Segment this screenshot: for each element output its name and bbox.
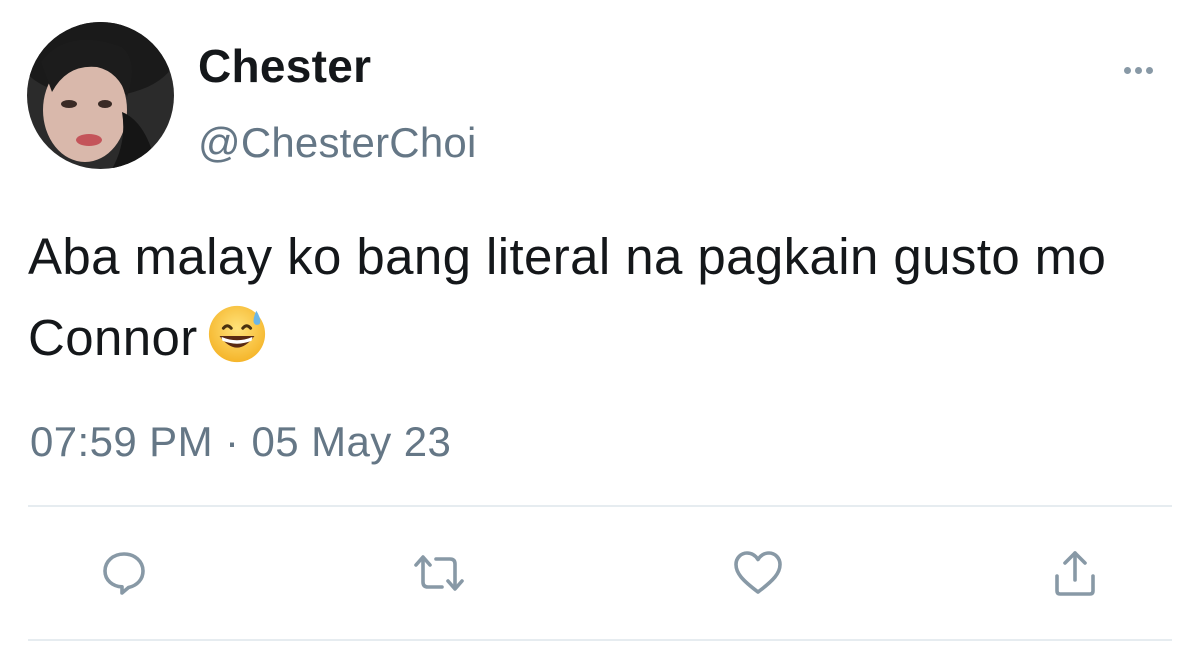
user-handle[interactable]: @ChesterChoi [198,117,476,169]
retweet-button[interactable] [411,545,467,601]
share-upload-icon [1055,551,1095,596]
retweet-arrows-icon [414,555,464,591]
tweet-timestamp[interactable]: 07:59 PM · 05 May 23 [30,416,451,468]
reply-button[interactable] [96,545,152,601]
avatar-photo [27,22,174,169]
like-button[interactable] [730,545,786,601]
avatar[interactable] [27,22,174,169]
tweet-text: Aba malay ko bang literal na pagkain gus… [28,228,1107,366]
divider [28,639,1172,641]
more-options-icon[interactable] [1112,56,1164,84]
more-dot [1123,66,1131,74]
more-dot [1134,66,1142,74]
grinning-face-with-sweat-icon [208,305,265,363]
more-dot [1145,66,1153,74]
tweet-card: Chester @ChesterChoi Aba malay ko bang l… [0,0,1200,659]
display-name[interactable]: Chester [198,38,371,94]
speech-bubble-icon [103,552,145,595]
divider [28,505,1172,507]
tweet-text-block: Aba malay ko bang literal na pagkain gus… [28,216,1178,378]
share-button[interactable] [1047,545,1103,601]
heart-outline-icon [734,551,782,594]
